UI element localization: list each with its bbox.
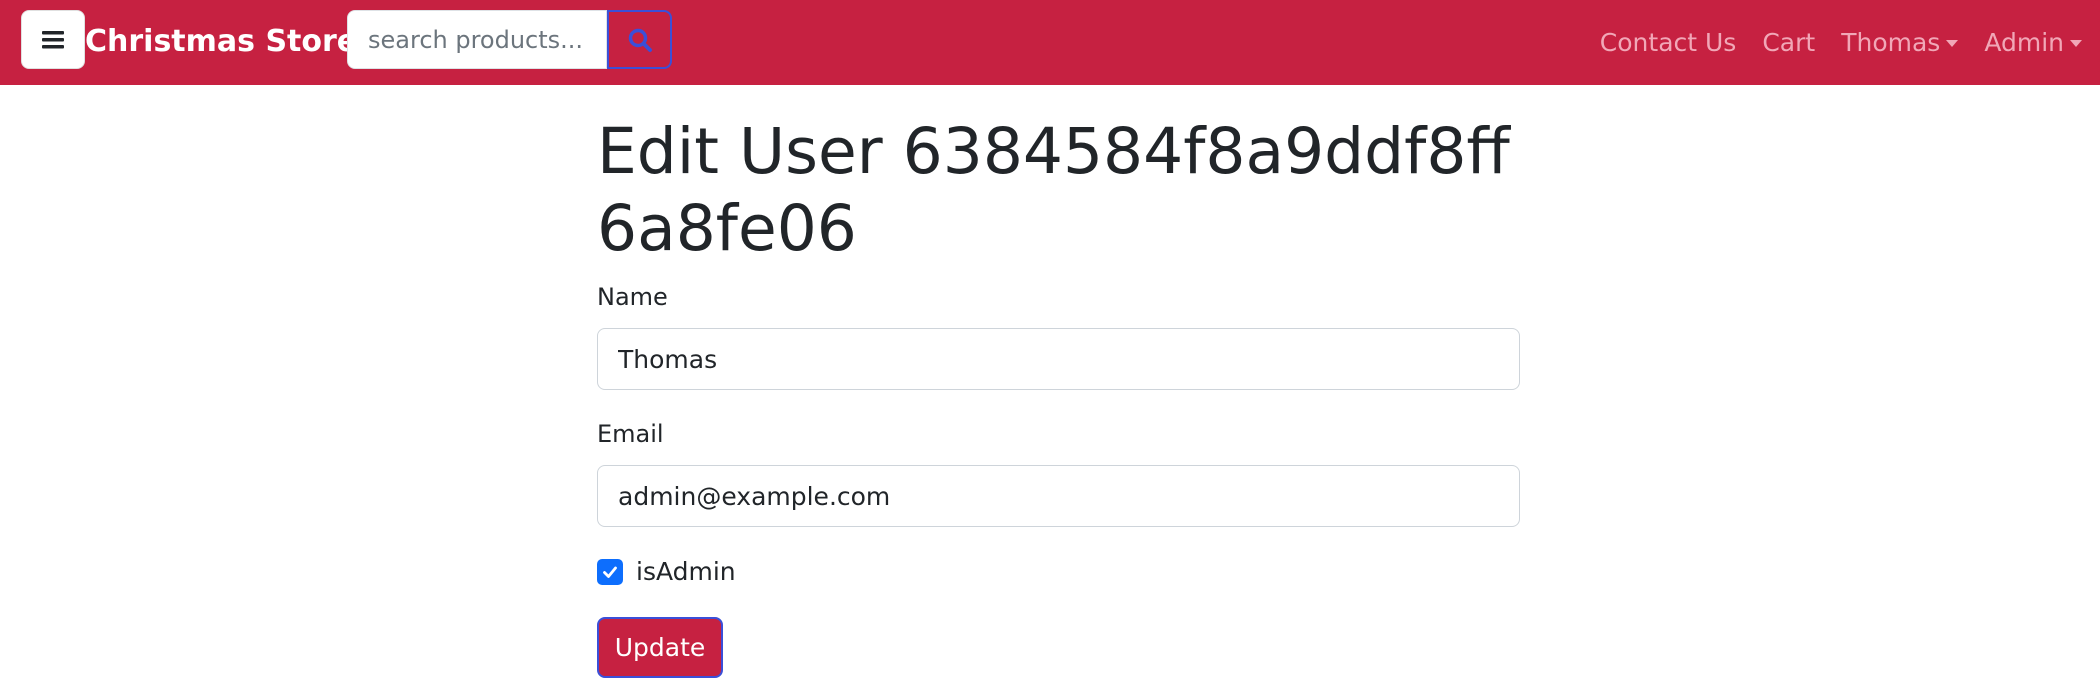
page-title: Edit User 6384584f8a9ddf8ff6a8fe06 (597, 115, 1510, 265)
is-admin-label: isAdmin (636, 557, 736, 586)
top-navbar: Christmas Store Contact Us Cart Thomas A… (0, 0, 2100, 85)
menu-toggle-button[interactable] (21, 10, 85, 69)
search-icon (628, 28, 652, 52)
is-admin-checkbox[interactable] (597, 558, 623, 585)
caret-down-icon (1946, 39, 1959, 47)
name-label: Name (597, 283, 668, 311)
nav-links: Contact Us Cart Thomas Admin (1600, 17, 2082, 67)
update-button[interactable]: Update (597, 617, 723, 678)
user-menu-label: Thomas (1841, 27, 1941, 57)
hamburger-icon (42, 30, 64, 48)
user-menu-dropdown[interactable]: Thomas (1841, 27, 1959, 57)
contact-us-link[interactable]: Contact Us (1600, 28, 1737, 57)
cart-link[interactable]: Cart (1762, 28, 1815, 57)
email-label: Email (597, 420, 664, 448)
caret-down-icon (2070, 39, 2082, 47)
is-admin-row: isAdmin (597, 557, 736, 586)
email-field[interactable] (597, 465, 1520, 527)
brand-logo[interactable]: Christmas Store (85, 17, 357, 67)
admin-menu-dropdown[interactable]: Admin (1984, 28, 2082, 57)
search-input[interactable] (347, 10, 607, 69)
search-button[interactable] (607, 10, 672, 69)
edit-user-form-container: Edit User 6384584f8a9ddf8ff6a8fe06 Name … (597, 113, 1520, 678)
name-field[interactable] (597, 328, 1520, 390)
admin-menu-label: Admin (1984, 27, 2064, 57)
checkmark-icon (603, 566, 617, 578)
